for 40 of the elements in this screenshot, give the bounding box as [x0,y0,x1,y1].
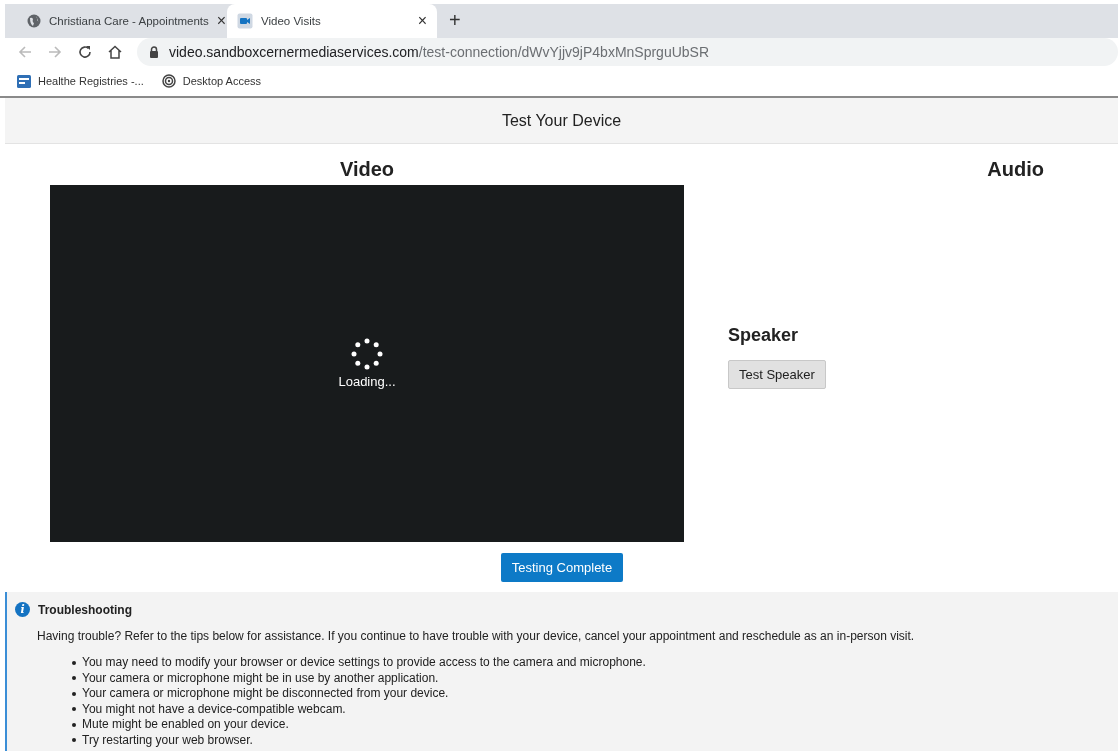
tab-title: Christiana Care - Appointments [49,15,209,27]
troubleshooting-title: Troubleshooting [38,602,132,617]
intro-text: Having trouble? Refer to the tips below for assistance. If you continue to have trouble with your device, cancel your appointment and reschedule as an in-person visit. [37,629,916,643]
lock-icon [149,46,159,58]
window-icon [17,74,31,88]
bullet-icon [72,738,76,743]
bullet-icon [72,660,76,665]
bullet-icon [72,722,76,727]
tip-text: You might not have a device-compatible webcam. [82,701,346,717]
reload-icon[interactable] [77,44,93,60]
tip-text: Your camera or microphone might be in use by another application. [82,670,439,686]
tip-text: Mute might be enabled on your device. [82,717,289,733]
bullet-icon [72,691,76,696]
testing-complete-button[interactable]: Testing Complete [500,553,624,582]
page-title: Test Your Device [501,111,622,130]
tip-text: You may need to modify your browser or device settings to provide access to the camera and microphone. [82,655,646,671]
bullet-icon [72,676,76,681]
bookmark[interactable]: Desktop Access [161,74,262,88]
tip-text: Try restarting your web browser. [82,732,253,748]
video-heading: Video [339,158,395,181]
close-tab-button[interactable]: × [417,12,427,30]
home-icon[interactable] [107,44,123,60]
info-icon: i [15,602,30,617]
loading-text: Loading... [338,374,396,389]
bullet-icon [72,707,76,712]
globe-icon [27,14,41,28]
address-bar[interactable]: video.sandboxcernermediaservices.com/test-connection/dWvYjjv9jP4bxMnSprguUbSR [137,38,1118,66]
test-speaker-button[interactable]: Test Speaker [728,360,826,389]
tip-text: Your camera or microphone might be disconnected from your device. [82,686,449,702]
speaker-heading: Speaker [728,325,800,346]
spinner-icon [351,338,383,370]
tab-title: Video Visits [261,15,322,27]
browser-tab[interactable]: Video Visits × [227,4,437,38]
audio-heading: Audio [987,158,1044,181]
close-tab-button[interactable]: × [216,12,227,30]
bookmark[interactable]: Healthe Registries -... [17,74,144,88]
spiral-icon [161,74,176,88]
new-tab-button[interactable]: + [437,9,473,38]
video-camera-icon [237,13,253,29]
browser-tab[interactable]: Christiana Care - Appointments × [17,4,227,38]
